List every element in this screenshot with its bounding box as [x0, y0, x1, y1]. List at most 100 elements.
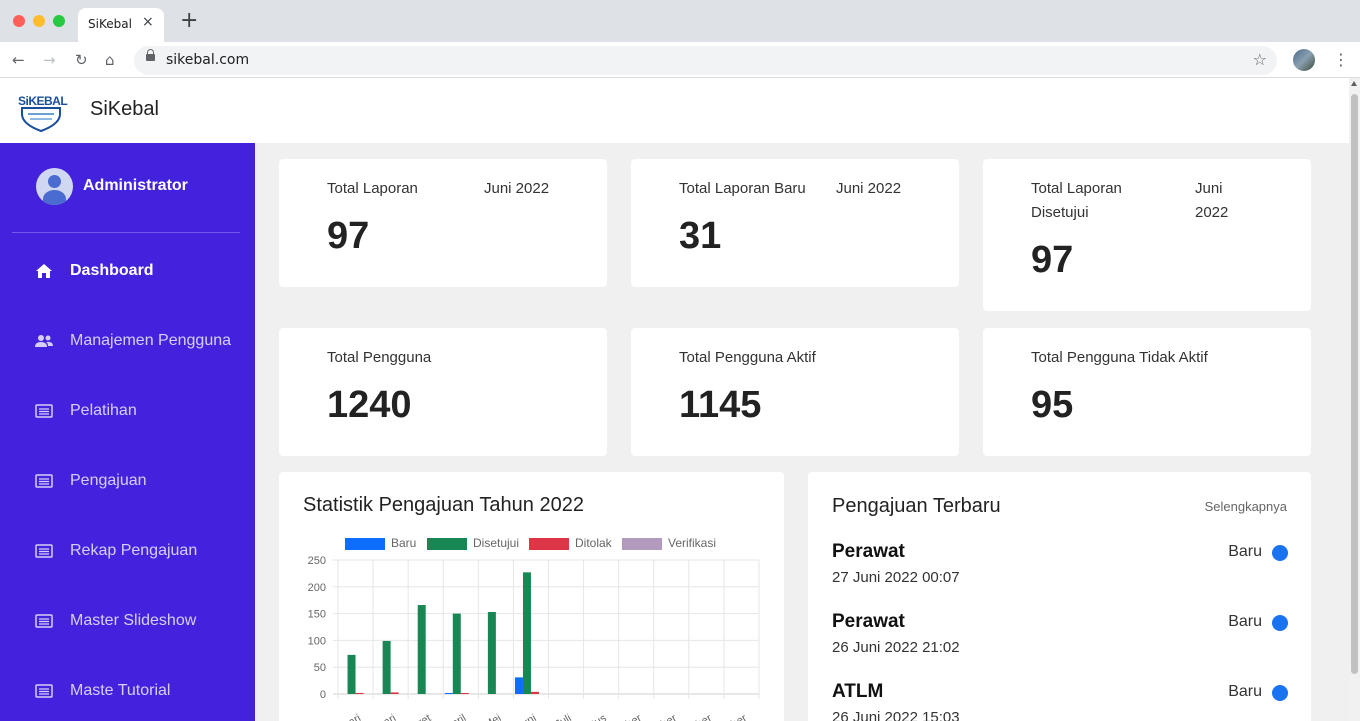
user-avatar[interactable]: [36, 168, 73, 205]
sidebar-item-label: Maste Tutorial: [70, 682, 171, 699]
stat-value: 97: [1031, 239, 1074, 281]
x-tick-label: Juli: [553, 712, 573, 721]
stat-card-total-pengguna: Total Pengguna 1240: [279, 328, 607, 456]
bar-ditolak: [530, 691, 539, 694]
stat-card-total-laporan: Total Laporan Juni 2022 97: [279, 159, 607, 287]
page-scrollbar[interactable]: [1349, 78, 1360, 721]
chart-card: Statistik Pengajuan Tahun 2022 Baru Dise…: [279, 472, 784, 721]
minimize-window-button[interactable]: [33, 15, 45, 27]
x-tick-label: ber: [659, 712, 679, 721]
profile-avatar[interactable]: [1293, 49, 1315, 71]
forward-arrow-icon[interactable]: →: [43, 51, 56, 69]
sidebar-item-label: Pengajuan: [70, 472, 147, 489]
bar-chart: 0 50 100 150 200 250 uari uari aret April Mei Juni J…: [308, 555, 760, 721]
submission-status: Baru: [1228, 543, 1262, 560]
x-tick-label: April: [443, 712, 468, 721]
users-icon: [35, 335, 53, 347]
stat-label-line: Total Laporan: [1031, 180, 1122, 197]
sidebar-item-label: Manajemen Pengguna: [70, 332, 232, 349]
list-item[interactable]: Perawat 27 Juni 2022 00:07 Baru: [832, 541, 1288, 601]
sidebar-item-maste-tutorial[interactable]: Maste Tutorial: [0, 671, 255, 711]
new-tab-button[interactable]: +: [180, 10, 198, 32]
stat-card-total-pengguna-aktif: Total Pengguna Aktif 1145: [631, 328, 959, 456]
stat-period: Juni 2022: [1195, 177, 1228, 225]
bar-disetujui: [417, 605, 426, 694]
sidebar-item-label: Master Slideshow: [70, 612, 197, 629]
stat-value: 95: [1031, 384, 1074, 426]
maximize-window-button[interactable]: [53, 15, 65, 27]
list-icon: [35, 614, 53, 628]
url-text: sikebal.com: [166, 52, 250, 68]
sidebar-item-label: Rekap Pengajuan: [70, 542, 198, 559]
list-item[interactable]: Perawat 26 Juni 2022 21:02 Baru: [832, 611, 1288, 671]
x-tick-label: ber: [694, 712, 714, 721]
list-icon: [35, 474, 53, 488]
bar-disetujui: [347, 654, 356, 694]
list-item[interactable]: ATLM 26 Juni 2022 15:03 Baru: [832, 681, 1288, 721]
back-arrow-icon[interactable]: ←: [12, 51, 25, 69]
scrollbar-thumb[interactable]: [1351, 94, 1358, 674]
tab-title: SiKebal: [88, 17, 132, 31]
user-name[interactable]: Administrator: [83, 177, 188, 195]
stat-label: Total Laporan: [327, 180, 418, 197]
sidebar-item-master-slideshow[interactable]: Master Slideshow: [0, 601, 255, 641]
y-tick-label: 250: [308, 555, 326, 567]
sidebar-item-label: Dashboard: [70, 262, 154, 279]
sidebar-item-pengajuan[interactable]: Pengajuan: [0, 461, 255, 501]
stat-label: Total Pengguna Aktif: [679, 349, 816, 366]
browser-tab[interactable]: SiKebal ×: [78, 8, 164, 42]
home-icon[interactable]: ⌂: [105, 51, 115, 69]
bar-ditolak: [390, 692, 399, 694]
x-tick-label: uari: [376, 712, 398, 721]
url-input[interactable]: sikebal.com ☆: [134, 46, 1277, 75]
submission-name: ATLM: [832, 681, 884, 702]
stat-label: Total Laporan Baru: [679, 180, 806, 197]
bar-disetujui: [382, 640, 391, 694]
bar-baru: [444, 693, 453, 694]
status-dot-icon: [1272, 545, 1288, 561]
bar-ditolak: [355, 692, 364, 694]
x-tick-label: Mei: [482, 712, 503, 721]
x-tick-label: Juni: [515, 712, 538, 721]
stat-value: 97: [327, 215, 370, 257]
y-tick-label: 100: [308, 635, 326, 647]
sidebar-item-rekap-pengajuan[interactable]: Rekap Pengajuan: [0, 531, 255, 571]
stat-card-total-laporan-baru: Total Laporan Baru Juni 2022 31: [631, 159, 959, 287]
list-icon: [35, 684, 53, 698]
stat-period: Juni 2022: [484, 180, 550, 197]
stat-label: Total Laporan Disetujui: [1031, 177, 1122, 225]
y-tick-label: 0: [320, 689, 326, 701]
stat-period-line: Juni: [1195, 180, 1223, 197]
stat-period: Juni 2022: [836, 180, 902, 197]
lock-icon: [146, 49, 155, 61]
tab-close-icon[interactable]: ×: [142, 14, 154, 30]
stat-card-total-laporan-disetujui: Total Laporan Disetujui Juni 2022 97: [983, 159, 1311, 311]
bookmark-star-icon[interactable]: ☆: [1253, 50, 1267, 69]
status-dot-icon: [1272, 685, 1288, 701]
submission-date: 27 Juni 2022 00:07: [832, 569, 960, 586]
scroll-up-icon[interactable]: [1351, 81, 1357, 86]
x-tick-label: aret: [411, 712, 433, 721]
y-tick-label: 50: [314, 662, 326, 674]
close-window-button[interactable]: [13, 15, 25, 27]
x-tick-label: uari: [341, 712, 363, 721]
latest-submissions-card: Pengajuan Terbaru Selengkapnya Perawat 2…: [808, 472, 1311, 721]
sidebar-item-pelatihan[interactable]: Pelatihan: [0, 391, 255, 431]
app-header: SiKEBAL SiKebal: [0, 78, 1349, 143]
stat-card-total-pengguna-tidak-aktif: Total Pengguna Tidak Aktif 95: [983, 328, 1311, 456]
stat-value: 31: [679, 215, 722, 257]
app-logo[interactable]: SiKEBAL: [16, 88, 68, 134]
app-name: SiKebal: [90, 98, 159, 120]
see-all-link[interactable]: Selengkapnya: [1205, 499, 1287, 514]
reload-icon[interactable]: ↻: [75, 51, 88, 69]
submission-date: 26 Juni 2022 21:02: [832, 639, 960, 656]
bar-disetujui: [487, 611, 496, 694]
sidebar-item-dashboard[interactable]: Dashboard: [0, 251, 255, 291]
submission-name: Perawat: [832, 541, 905, 562]
browser-tab-bar: SiKebal × +: [0, 0, 1360, 42]
browser-menu-icon[interactable]: ⋮: [1333, 50, 1349, 69]
home-icon: [36, 264, 52, 278]
sidebar-divider: [12, 232, 240, 233]
bar-disetujui: [522, 572, 531, 694]
sidebar-item-manajemen-pengguna[interactable]: Manajemen Pengguna: [0, 321, 255, 361]
